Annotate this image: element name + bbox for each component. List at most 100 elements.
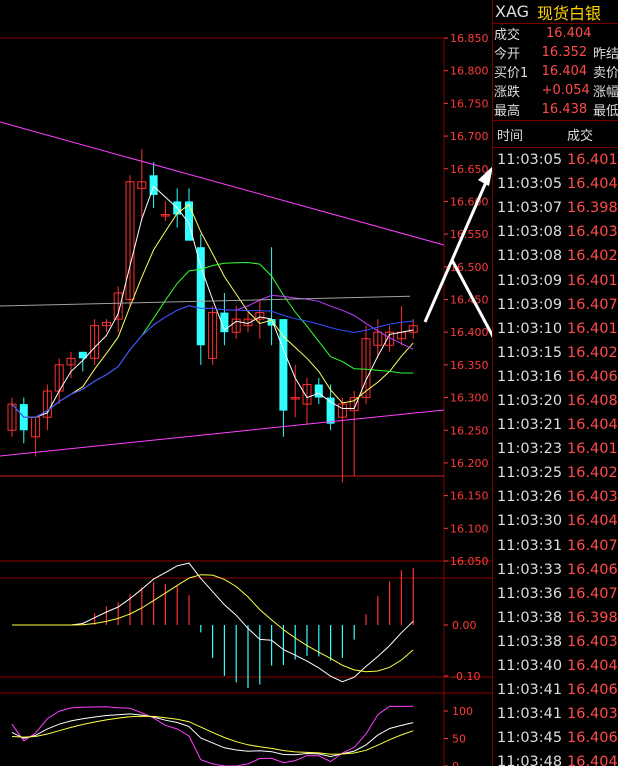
tick-row: 11:03:30 16.404 — [493, 509, 618, 533]
tick-time: 11:03:09 — [497, 272, 563, 289]
tick-time: 11:03:16 — [497, 368, 563, 385]
tick-row: 11:03:08 16.403 — [493, 220, 618, 244]
tick-row: 11:03:41 16.406 — [493, 678, 618, 702]
macd-tick-label: -0.10 — [452, 670, 480, 683]
tick-time: 11:03:33 — [497, 561, 563, 578]
tick-price: 16.406 — [567, 682, 618, 699]
tick-time: 11:03:08 — [497, 224, 563, 241]
quote-label-2: 昨结 — [592, 47, 618, 62]
macd-diff-line — [12, 562, 414, 683]
tick-price: 16.407 — [567, 585, 618, 602]
tick-row: 11:03:05 16.404 — [493, 172, 618, 196]
price-tick-label: 16.800 — [450, 65, 489, 78]
quote-value: 16.438 — [541, 102, 588, 117]
tick-price: 16.404 — [567, 513, 618, 530]
kdj-j-line — [11, 705, 414, 766]
tick-price: 16.403 — [567, 489, 618, 506]
quote-label: 成交 — [494, 28, 521, 43]
price-tick-label: 16.600 — [450, 195, 489, 208]
kdj-k-line — [11, 713, 414, 758]
tick-row: 11:03:09 16.407 — [493, 293, 618, 317]
tick-row: 11:03:10 16.401 — [493, 317, 618, 341]
quote-value: 16.404 — [546, 26, 592, 41]
quote-value: 16.404 — [541, 64, 588, 79]
quote-table: 成交 16.404 今开 16.352 昨结 买价1 16.404 卖价 涨跌 … — [493, 24, 618, 119]
macd-panel: 0.00 -0.10 — [12, 562, 480, 689]
tick-time: 11:03:10 — [497, 320, 563, 337]
tick-time: 11:03:31 — [497, 537, 563, 554]
kdj-panel: 100 50 0 — [11, 705, 473, 766]
instrument-header: XAG 现货白银 — [493, 0, 618, 24]
tick-price: 16.406 — [567, 368, 618, 385]
tick-row: 11:03:05 16.401 — [493, 148, 618, 172]
tick-time: 11:03:41 — [497, 706, 563, 723]
price-tick-label: 16.400 — [450, 326, 489, 339]
tick-price: 16.401 — [567, 272, 618, 289]
tick-price: 16.403 — [567, 706, 618, 723]
quote-label: 涨跌 — [494, 85, 521, 100]
tick-row: 11:03:15 16.402 — [493, 341, 618, 365]
tick-row: 11:03:41 16.403 — [493, 702, 618, 726]
quote-row: 最高 16.438 最低 — [493, 100, 618, 119]
tick-time: 11:03:30 — [497, 513, 563, 530]
ticks-header: 时间 成交 — [493, 120, 618, 148]
tick-price: 16.403 — [567, 224, 618, 241]
tick-row: 11:03:45 16.406 — [493, 726, 618, 750]
quote-panel: XAG 现货白银 成交 16.404 今开 16.352 昨结 买价1 16.4… — [492, 0, 618, 766]
quote-label-2: 卖价 — [592, 66, 618, 81]
tick-time: 11:03:23 — [497, 441, 563, 458]
tick-price: 16.398 — [567, 609, 618, 626]
kline-chart[interactable]: 16.850 16.800 16.750 16.700 16.650 16.600 16.5… — [0, 0, 492, 766]
ticks-list[interactable]: 11:03:05 16.401 11:03:05 16.404 11:03:07 16.3… — [493, 148, 618, 766]
price-tick-label: 16.100 — [450, 522, 489, 535]
tick-time: 11:03:38 — [497, 609, 563, 626]
quote-row: 涨跌 +0.054 涨幅 — [493, 81, 618, 100]
tick-row: 11:03:33 16.406 — [493, 558, 618, 582]
tick-price: 16.406 — [567, 730, 618, 747]
tick-price: 16.402 — [567, 344, 618, 361]
tick-time: 11:03:20 — [497, 392, 563, 409]
tick-row: 11:03:38 16.403 — [493, 630, 618, 654]
chart-area[interactable]: 16.850 16.800 16.750 16.700 16.650 16.600 16.5… — [0, 0, 492, 766]
quote-label: 今开 — [494, 47, 521, 62]
tick-row: 11:03:16 16.406 — [493, 365, 618, 389]
ticks-time-header: 时间 — [497, 128, 524, 144]
tick-row: 11:03:09 16.401 — [493, 268, 618, 292]
tick-row: 11:03:31 16.407 — [493, 534, 618, 558]
tick-time: 11:03:15 — [497, 344, 563, 361]
tick-time: 11:03:05 — [497, 176, 563, 193]
grid-layer — [0, 37, 492, 766]
tick-price: 16.408 — [567, 392, 618, 409]
candle-body — [149, 175, 158, 195]
quote-label-2: 涨幅 — [592, 85, 618, 100]
price-axis: 16.850 16.800 16.750 16.700 16.650 16.600 16.5… — [444, 32, 489, 568]
tick-price: 16.404 — [567, 754, 618, 766]
tick-time: 11:03:08 — [497, 248, 563, 265]
tick-price: 16.402 — [567, 248, 618, 265]
price-tick-label: 16.850 — [450, 32, 489, 45]
kdj-tick-label: 50 — [452, 733, 466, 746]
quote-value: +0.054 — [541, 83, 590, 98]
tick-row: 11:03:36 16.407 — [493, 582, 618, 606]
tick-time: 11:03:09 — [497, 296, 563, 313]
trendline — [0, 121, 445, 246]
tick-time: 11:03:26 — [497, 489, 563, 506]
trendline — [0, 409, 445, 457]
tick-price: 16.406 — [567, 561, 618, 578]
price-tick-label: 16.200 — [450, 457, 489, 470]
tick-time: 11:03:21 — [497, 417, 563, 434]
ticks-price-header: 成交 — [567, 128, 594, 144]
moving-average-line — [0, 295, 411, 307]
price-tick-label: 16.650 — [450, 163, 489, 176]
price-tick-label: 16.300 — [450, 392, 489, 405]
tick-time: 11:03:48 — [497, 754, 563, 766]
tick-price: 16.407 — [567, 296, 618, 313]
symbol-code: XAG — [495, 2, 530, 21]
tick-row: 11:03:40 16.404 — [493, 654, 618, 678]
tick-price: 16.404 — [567, 658, 618, 675]
price-tick-label: 16.350 — [450, 359, 489, 372]
tick-time: 11:03:40 — [497, 658, 563, 675]
tick-row: 11:03:08 16.402 — [493, 244, 618, 268]
quote-label: 最高 — [494, 104, 521, 119]
tick-price: 16.401 — [567, 320, 618, 337]
